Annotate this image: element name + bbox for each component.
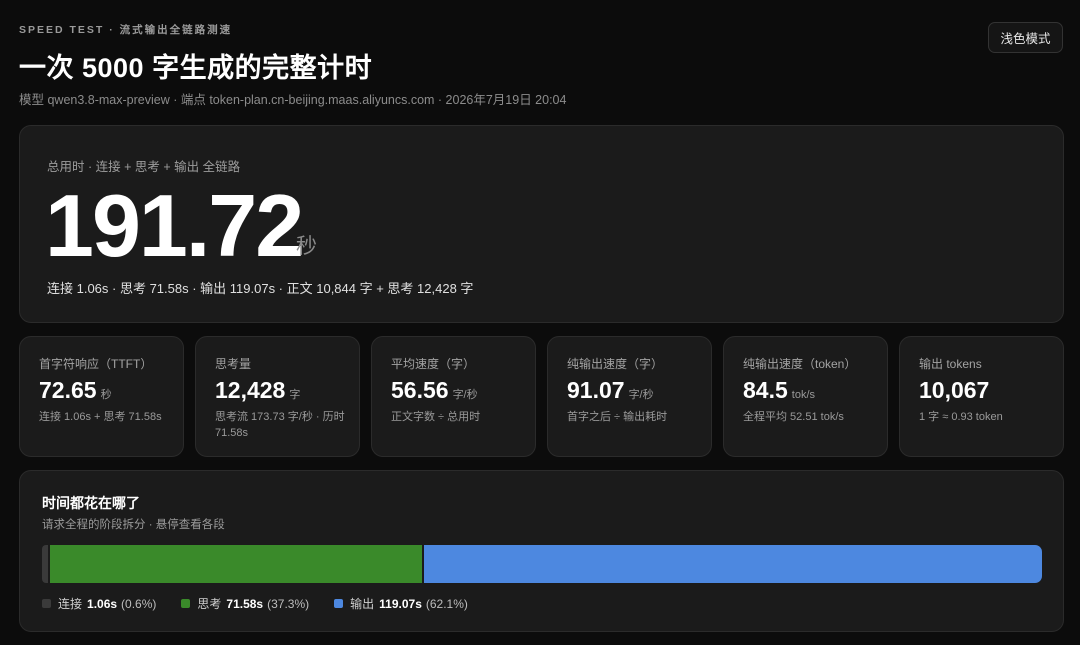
- segment-connect[interactable]: [42, 545, 48, 583]
- stat-label: 思考量: [215, 357, 252, 371]
- total-time-unit: 秒: [296, 235, 317, 258]
- stat-value: 56.56: [391, 377, 449, 403]
- legend-percent: (0.6%): [121, 596, 157, 611]
- stat-label: 纯输出速度（token）: [743, 357, 857, 371]
- stat-value: 12,428: [215, 377, 286, 403]
- legend-item-think: 思考 71.58s (37.3%): [181, 595, 309, 612]
- stat-card-thinking: 思考量 12,428 字 思考流 173.73 字/秒 · 历时 71.58s: [195, 336, 360, 457]
- stat-value-row: 10,067: [919, 377, 993, 404]
- stat-card-output-tokens: 输出 tokens 10,067 1 字 ≈ 0.93 token: [899, 336, 1064, 457]
- legend-value: 71.58s: [226, 596, 264, 611]
- stat-card-output-speed-tokens: 纯输出速度（token） 84.5 tok/s 全程平均 52.51 tok/s: [723, 336, 888, 457]
- timeline-legend: 连接 1.06s (0.6%) 思考 71.58s (37.3%) 输出 119…: [42, 595, 493, 612]
- stat-card-ttft: 首字符响应（TTFT） 72.65 秒 连接 1.06s + 思考 71.58s: [19, 336, 184, 457]
- stat-sub: 1 字 ≈ 0.93 token: [919, 411, 1003, 423]
- timeline-card: 时间都花在哪了 请求全程的阶段拆分 · 悬停查看各段 连接 1.06s (0.6…: [19, 470, 1064, 632]
- stat-sub: 连接 1.06s + 思考 71.58s: [39, 411, 162, 423]
- stat-value: 72.65: [39, 377, 97, 403]
- stat-label: 首字符响应（TTFT）: [39, 357, 153, 371]
- legend-name: 连接: [58, 597, 83, 611]
- stat-value-row: 56.56 字/秒: [391, 377, 478, 404]
- stat-unit: 字: [289, 389, 301, 401]
- model-meta: 模型 qwen3.8-max-preview · 端点 token-plan.c…: [19, 93, 567, 107]
- stat-value-row: 72.65 秒: [39, 377, 112, 404]
- eyebrow-label: SPEED TEST · 流式输出全链路测速: [19, 24, 233, 36]
- legend-swatch-connect: [42, 599, 51, 608]
- segment-think[interactable]: [50, 545, 422, 583]
- total-time-label: 总用时 · 连接 + 思考 + 输出 全链路: [47, 160, 241, 174]
- legend-swatch-output: [334, 599, 344, 608]
- stat-value: 10,067: [919, 377, 990, 403]
- legend-percent: (62.1%): [425, 596, 468, 611]
- stat-card-avg-speed: 平均速度（字） 56.56 字/秒 正文字数 ÷ 总用时: [371, 336, 536, 457]
- stat-value: 84.5: [743, 377, 788, 403]
- legend-percent: (37.3%): [267, 596, 310, 611]
- timeline-subtitle: 请求全程的阶段拆分 · 悬停查看各段: [42, 519, 225, 531]
- stat-sub: 全程平均 52.51 tok/s: [743, 411, 844, 423]
- stat-unit: 秒: [100, 389, 112, 401]
- stat-label: 平均速度（字）: [391, 357, 476, 371]
- total-time-card: 总用时 · 连接 + 思考 + 输出 全链路 191.72 秒 连接 1.06s…: [19, 125, 1064, 323]
- total-time-value: 191.72: [45, 176, 304, 275]
- stat-card-output-speed-chars: 纯输出速度（字） 91.07 字/秒 首字之后 ÷ 输出耗时: [547, 336, 712, 457]
- legend-value: 1.06s: [87, 596, 118, 611]
- stat-value-row: 84.5 tok/s: [743, 377, 815, 404]
- legend-name: 思考: [197, 597, 222, 611]
- legend-item-output: 输出 119.07s (62.1%): [334, 595, 468, 612]
- stat-value: 91.07: [567, 377, 625, 403]
- stat-value-row: 12,428 字: [215, 377, 300, 404]
- legend-name: 输出: [350, 597, 375, 611]
- stat-value-row: 91.07 字/秒: [567, 377, 654, 404]
- stat-sub: 首字之后 ÷ 输出耗时: [567, 411, 668, 423]
- stat-label: 输出 tokens: [919, 357, 982, 371]
- stat-label: 纯输出速度（字）: [567, 357, 664, 371]
- page-title: 一次 5000 字生成的完整计时: [19, 53, 373, 83]
- legend-item-connect: 连接 1.06s (0.6%): [42, 595, 156, 612]
- stat-sub: 思考流 173.73 字/秒 · 历时 71.58s: [215, 411, 345, 439]
- segment-output[interactable]: [423, 545, 1042, 583]
- legend-value: 119.07s: [379, 596, 422, 611]
- total-time-breakdown: 连接 1.06s · 思考 71.58s · 输出 119.07s · 正文 1…: [47, 281, 474, 296]
- theme-toggle-button[interactable]: 浅色模式: [988, 22, 1063, 53]
- stat-unit: 字/秒: [628, 389, 654, 401]
- legend-swatch-think: [181, 599, 191, 608]
- timeline-title: 时间都花在哪了: [42, 495, 140, 511]
- timeline-bar: [42, 545, 1042, 583]
- stat-unit: tok/s: [791, 389, 815, 401]
- stat-unit: 字/秒: [452, 389, 478, 401]
- stat-sub: 正文字数 ÷ 总用时: [391, 411, 481, 423]
